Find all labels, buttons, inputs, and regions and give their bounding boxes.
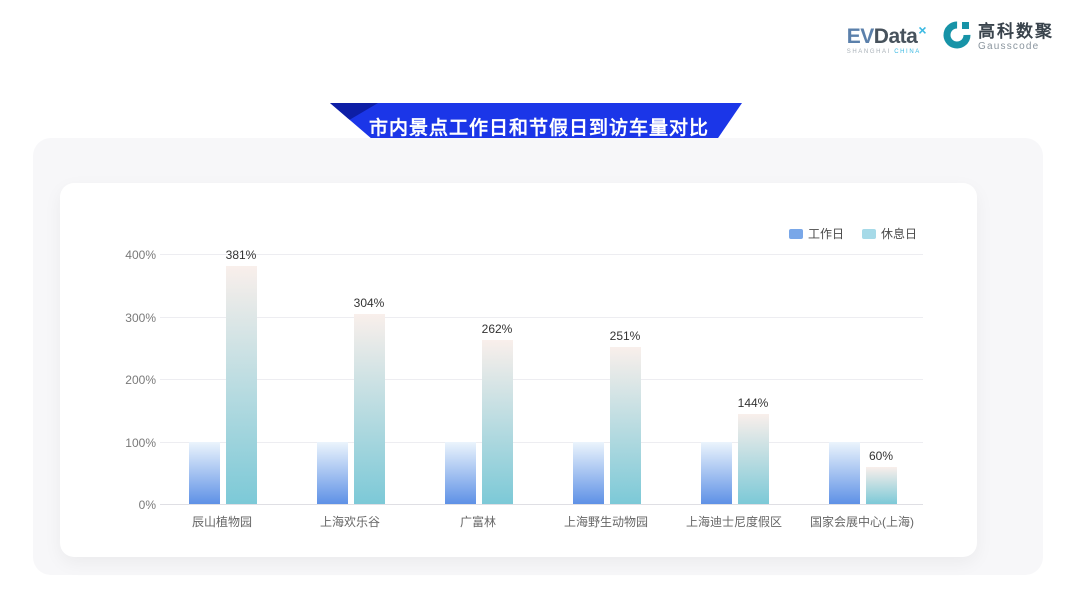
y-tick-label: 300% bbox=[70, 310, 156, 326]
bar-holiday bbox=[738, 414, 769, 504]
y-tick-label: 100% bbox=[70, 435, 156, 451]
bar-value-label: 262% bbox=[467, 322, 527, 336]
bar-value-label: 251% bbox=[595, 329, 655, 343]
bar-holiday bbox=[482, 340, 513, 504]
gausscode-g-icon bbox=[942, 20, 972, 55]
bar-value-label: 60% bbox=[851, 449, 911, 463]
evdata-wordmark: EVData× bbox=[847, 20, 926, 47]
bar-holiday bbox=[354, 314, 385, 504]
legend-label: 休息日 bbox=[881, 225, 917, 242]
bar-value-label: 304% bbox=[339, 296, 399, 310]
evdata-tagline: SHANGHAI CHINA bbox=[847, 49, 926, 55]
bar-value-label: 144% bbox=[723, 396, 783, 410]
page-title: 市内景点工作日和节假日到访车量对比 bbox=[363, 113, 709, 140]
bar-workday bbox=[445, 442, 476, 505]
evdata-x-icon: × bbox=[918, 22, 926, 38]
legend-swatch-icon bbox=[789, 229, 803, 239]
gausscode-text: 高科数聚 Gausscode bbox=[978, 23, 1054, 52]
chart-card: 工作日休息日 0%100%200%300%400% 381%辰山植物园304%上… bbox=[60, 183, 977, 557]
bar-workday bbox=[573, 442, 604, 505]
x-category-label: 辰山植物园 bbox=[152, 513, 292, 530]
grid-line bbox=[160, 379, 923, 380]
bar-workday bbox=[189, 442, 220, 505]
x-category-label: 上海野生动物园 bbox=[536, 513, 676, 530]
grid-line bbox=[160, 317, 923, 318]
bar-holiday bbox=[226, 266, 257, 504]
legend-item-工作日[interactable]: 工作日 bbox=[789, 225, 844, 242]
bar-value-label: 381% bbox=[211, 248, 271, 262]
chart-legend: 工作日 休息日 bbox=[789, 225, 917, 242]
grid-line bbox=[160, 254, 923, 255]
grid-line bbox=[160, 442, 923, 443]
bar-holiday bbox=[610, 347, 641, 504]
x-category-label: 广富林 bbox=[408, 513, 548, 530]
legend-label: 工作日 bbox=[808, 225, 844, 242]
header-logos: EVData× SHANGHAI CHINA 高科数聚 Gausscode bbox=[847, 20, 1054, 55]
page: EVData× SHANGHAI CHINA 高科数聚 Gausscode 市内… bbox=[0, 0, 1080, 608]
bar-workday bbox=[317, 442, 348, 505]
legend-swatch-icon bbox=[862, 229, 876, 239]
x-category-label: 上海迪士尼度假区 bbox=[664, 513, 804, 530]
plot-area: 381%辰山植物园304%上海欢乐谷262%广富林251%上海野生动物园144%… bbox=[160, 255, 923, 505]
y-tick-label: 400% bbox=[70, 247, 156, 263]
y-tick-label: 0% bbox=[70, 497, 156, 513]
bar-holiday bbox=[866, 467, 897, 505]
evdata-logo: EVData× SHANGHAI CHINA bbox=[847, 20, 926, 55]
legend-item-休息日[interactable]: 休息日 bbox=[862, 225, 917, 242]
x-category-label: 上海欢乐谷 bbox=[280, 513, 420, 530]
x-category-label: 国家会展中心(上海) bbox=[792, 513, 932, 530]
y-axis: 0%100%200%300%400% bbox=[70, 255, 156, 505]
y-tick-label: 200% bbox=[70, 372, 156, 388]
gausscode-logo: 高科数聚 Gausscode bbox=[942, 20, 1054, 55]
bar-workday bbox=[701, 442, 732, 505]
